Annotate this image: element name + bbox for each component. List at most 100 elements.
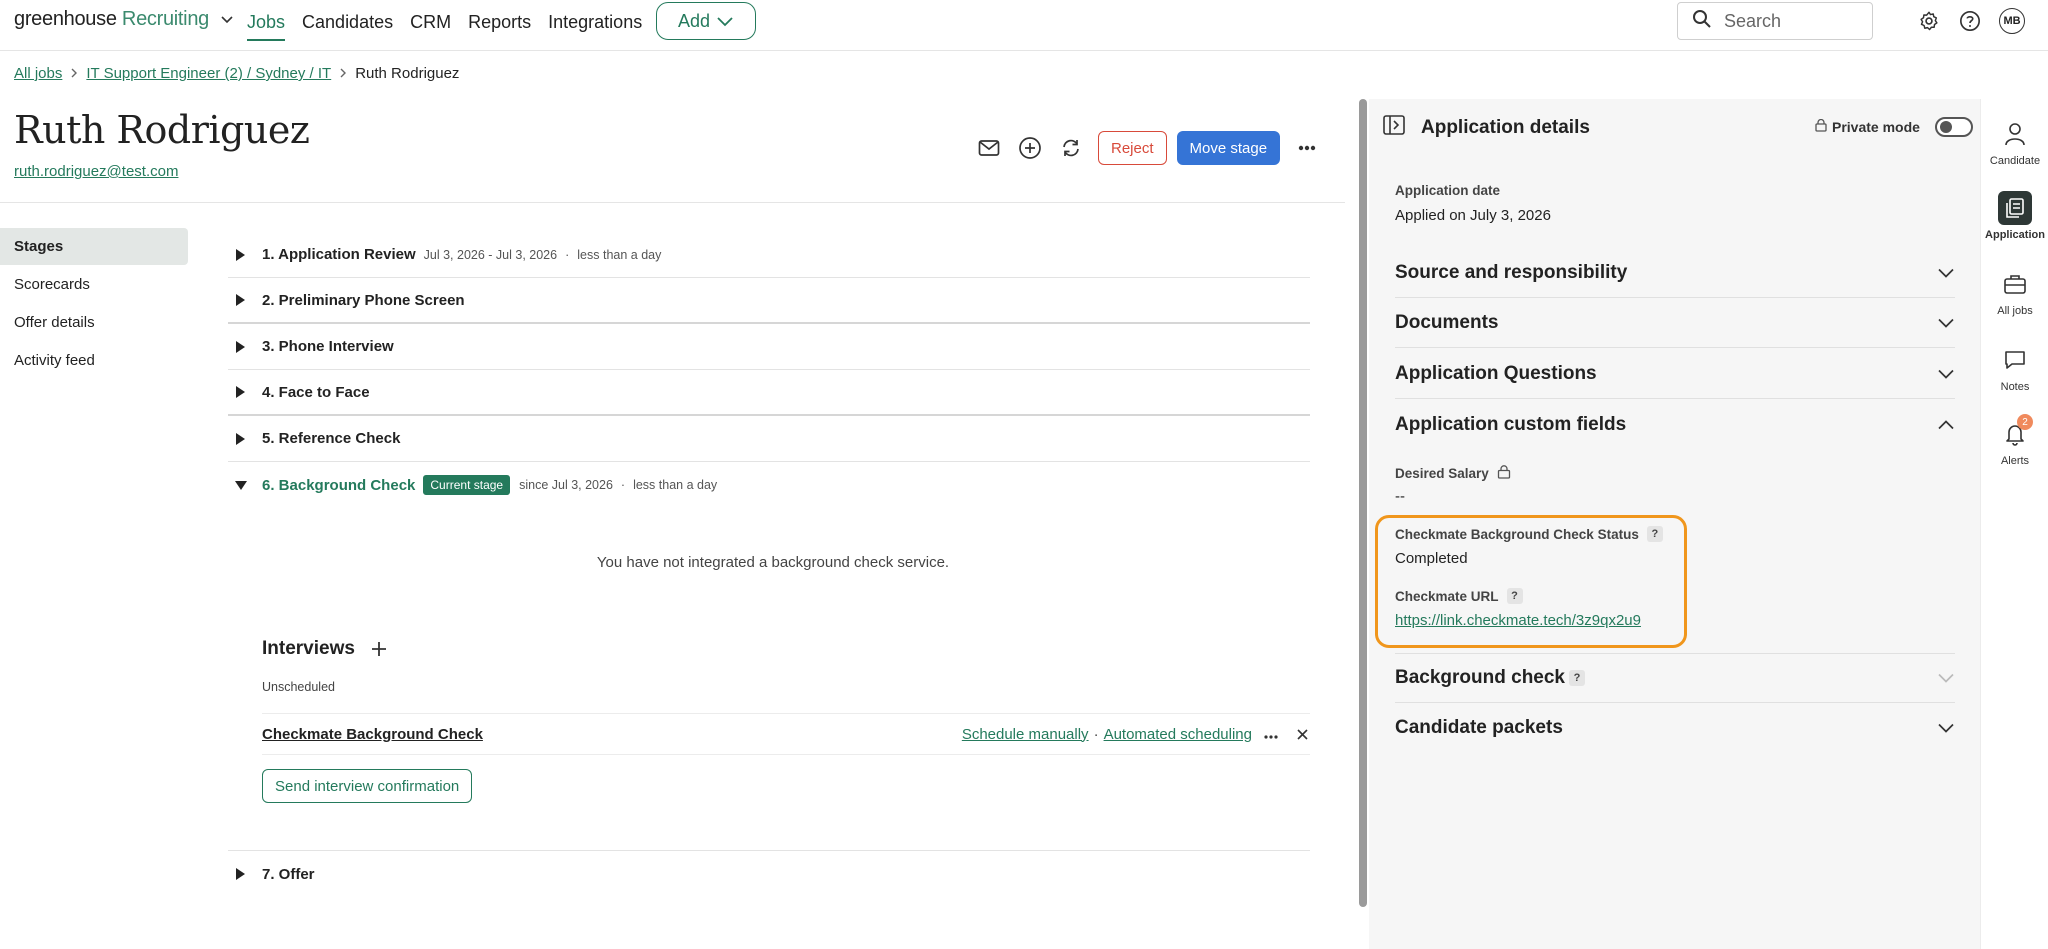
person-icon (1998, 117, 2032, 151)
rail-application[interactable]: Application (1981, 191, 2048, 241)
stage-duration: less than a day (633, 478, 718, 492)
section-background-check[interactable]: Background check ? (1395, 653, 1955, 703)
stage-row[interactable]: 5. Reference Check (228, 416, 1310, 462)
private-mode-toggle[interactable] (1934, 117, 1973, 137)
caret-right-icon[interactable] (228, 432, 262, 445)
stage-dates: Jul 3, 2026 - Jul 3, 2026 (423, 247, 558, 262)
automated-scheduling-link[interactable]: Automated scheduling (1104, 726, 1252, 743)
status-badge: Current stage (423, 475, 511, 495)
private-mode-label: Private mode (1832, 119, 1920, 135)
main-scrollbar[interactable] (1359, 99, 1367, 907)
subnav-scorecards[interactable]: Scorecards (0, 266, 188, 303)
close-icon[interactable] (1294, 726, 1310, 742)
chevron-down-icon[interactable] (220, 8, 234, 31)
add-interview-icon[interactable] (367, 637, 391, 661)
chevron-down-icon (716, 11, 734, 32)
more-options-icon[interactable] (1264, 726, 1278, 743)
caret-down-icon[interactable] (228, 480, 262, 490)
move-stage-button[interactable]: Move stage (1176, 131, 1281, 165)
stage-name: 1. Application Review (262, 246, 416, 263)
panel-title: Application details (1421, 116, 1590, 138)
section-documents[interactable]: Documents (1395, 298, 1955, 348)
rail-candidate[interactable]: Candidate (1981, 117, 2048, 167)
breadcrumb-job[interactable]: IT Support Engineer (2) / Sydney / IT (86, 65, 331, 82)
rail-label: Alerts (2000, 455, 2030, 467)
help-icon[interactable]: ? (1569, 670, 1585, 686)
application-date-value: Applied on July 3, 2026 (1395, 207, 1551, 224)
email-icon[interactable] (975, 134, 1003, 162)
breadcrumb-all-jobs[interactable]: All jobs (14, 65, 62, 82)
search-box[interactable] (1677, 2, 1873, 40)
subnav-offer-details[interactable]: Offer details (0, 304, 188, 341)
caret-right-icon[interactable] (228, 868, 262, 880)
rail-notes[interactable]: Notes (1981, 343, 2048, 393)
nav-jobs[interactable]: Jobs (247, 12, 286, 41)
stage-row[interactable]: 1. Application Review Jul 3, 2026 - Jul … (228, 232, 1310, 278)
stage-name: 6. Background Check (262, 476, 416, 494)
caret-right-icon[interactable] (228, 248, 262, 261)
send-interview-confirmation-button[interactable]: Send interview confirmation (262, 769, 473, 803)
section-candidate-packets[interactable]: Candidate packets (1395, 703, 1955, 753)
caret-right-icon[interactable] (228, 340, 262, 353)
search-input[interactable] (1724, 10, 1864, 32)
chevron-down-icon (1937, 318, 1955, 328)
header-divider (0, 202, 1345, 203)
caret-right-icon[interactable] (228, 386, 262, 398)
briefcase-icon (1998, 267, 2032, 301)
unscheduled-label: Unscheduled (262, 680, 335, 694)
section-title: Application Questions (1395, 362, 1597, 384)
candidate-actions: Reject Move stage (975, 131, 1322, 165)
logo-brand: greenhouse (14, 8, 117, 30)
nav-candidates[interactable]: Candidates (302, 12, 393, 41)
private-mode: Private mode (1815, 117, 1973, 137)
interview-name-link[interactable]: Checkmate Background Check (262, 726, 483, 743)
add-circle-icon[interactable] (1016, 134, 1044, 162)
nav-integrations[interactable]: Integrations (548, 12, 642, 41)
application-date-label: Application date (1395, 183, 1501, 198)
stage-row[interactable]: 3. Phone Interview (228, 324, 1310, 370)
highlight-outline (1375, 515, 1687, 648)
more-options-icon[interactable] (1292, 133, 1322, 163)
candidate-email-link[interactable]: ruth.rodriguez@test.com (14, 163, 178, 180)
stage-meta: since Jul 3, 2026 · less than a day (519, 478, 717, 492)
stage-name: 4. Face to Face (262, 383, 370, 401)
stage-dates: since Jul 3, 2026 (519, 478, 613, 492)
caret-right-icon[interactable] (228, 294, 262, 306)
section-title: Candidate packets (1395, 717, 1563, 738)
section-title: Documents (1395, 311, 1499, 333)
chevron-down-icon (1937, 369, 1955, 379)
chevron-down-icon (1937, 268, 1955, 278)
section-application-custom-fields[interactable]: Application custom fields (1395, 400, 1955, 450)
help-icon[interactable] (1958, 9, 1982, 33)
add-button[interactable]: Add (656, 2, 756, 40)
subnav-stages[interactable]: Stages (0, 228, 188, 265)
greenhouse-logo[interactable]: greenhouse Recruiting (14, 8, 234, 31)
section-title: Background check (1395, 667, 1565, 688)
interview-row: Checkmate Background Check Schedule manu… (262, 713, 1310, 755)
nav-crm[interactable]: CRM (410, 12, 451, 41)
section-application-questions[interactable]: Application Questions (1395, 349, 1955, 399)
stage-name: 2. Preliminary Phone Screen (262, 291, 465, 309)
subnav-activity-feed[interactable]: Activity feed (0, 342, 188, 379)
chevron-down-icon (1937, 673, 1955, 683)
stage-row-wrapper: 7. Offer (228, 850, 1310, 897)
stage-row[interactable]: 4. Face to Face (228, 370, 1310, 416)
gear-icon[interactable] (1917, 9, 1941, 33)
stage-row[interactable]: 7. Offer (228, 851, 1310, 897)
schedule-manually-link[interactable]: Schedule manually (962, 726, 1089, 743)
stage-row[interactable]: 2. Preliminary Phone Screen (228, 278, 1310, 324)
transfer-icon[interactable] (1057, 134, 1085, 162)
section-source-responsibility[interactable]: Source and responsibility (1395, 248, 1955, 298)
background-check-message: You have not integrated a background che… (596, 554, 950, 571)
rail-alerts[interactable]: 2 Alerts (1981, 414, 2048, 467)
reject-button[interactable]: Reject (1098, 131, 1167, 165)
rail-all-jobs[interactable]: All jobs (1981, 267, 2048, 317)
meta-separator: · (620, 478, 626, 492)
stage-row-current[interactable]: 6. Background Check Current stage since … (228, 462, 1310, 508)
stage-name: 3. Phone Interview (262, 338, 394, 355)
collapse-panel-icon[interactable] (1383, 115, 1405, 140)
nav-reports[interactable]: Reports (468, 12, 531, 41)
meta-separator: · (565, 247, 570, 262)
stages-list: 1. Application Review Jul 3, 2026 - Jul … (228, 232, 1310, 883)
avatar[interactable]: MB (1999, 8, 2025, 34)
